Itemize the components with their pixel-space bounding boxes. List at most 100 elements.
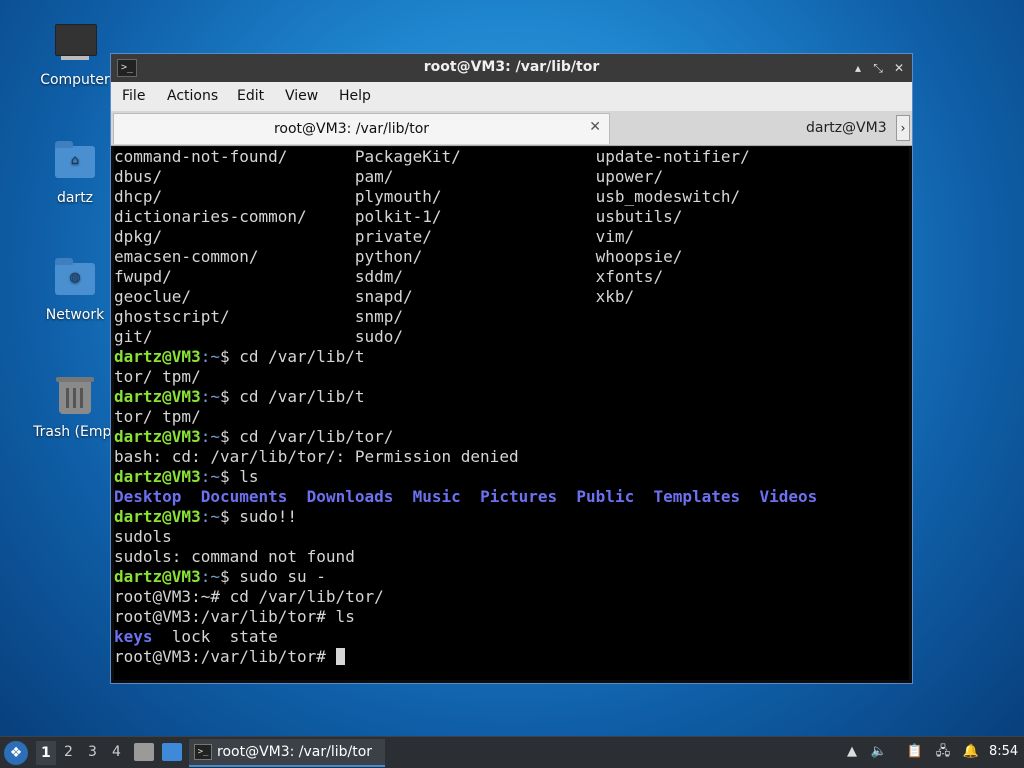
prompt-command: $ cd /var/lib/t (219, 387, 365, 406)
root-line: root@VM3:/var/lib/tor# ls (114, 607, 909, 627)
listing-text: dhcp/ plymouth/ usb_modeswitch/ (114, 187, 741, 206)
network-folder-icon: ◍ (53, 257, 97, 301)
prompt-user-host: dartz@VM3 (114, 467, 201, 486)
prompt-line: dartz@VM3:~$ cd /var/lib/t (114, 387, 909, 407)
close-button[interactable]: ✕ (890, 59, 908, 77)
dir-entry: Templates (653, 487, 741, 506)
file-manager-launcher-icon[interactable] (134, 743, 154, 761)
show-desktop-icon[interactable] (162, 743, 182, 761)
listing-row: dbus/ pam/ upower/ (114, 167, 909, 187)
task-title: root@VM3: /var/lib/tor (217, 744, 373, 760)
prompt-user-host: dartz@VM3 (114, 507, 201, 526)
menu-help[interactable]: Help (339, 88, 371, 104)
listing-text: fwupd/ sddm/ xfonts/ (114, 267, 664, 286)
listing-row: fwupd/ sddm/ xfonts/ (114, 267, 909, 287)
tab-root[interactable]: root@VM3: /var/lib/tor ✕ (113, 113, 610, 144)
minimize-button[interactable]: ▴ (849, 59, 867, 77)
listing-text: dbus/ pam/ upower/ (114, 167, 664, 186)
clipboard-icon[interactable]: 📋 (906, 743, 924, 761)
dir-entry: keys (114, 627, 153, 646)
dir-entry: Public (576, 487, 635, 506)
tab-scroll-right-icon[interactable]: › (896, 115, 910, 141)
taskbar-task-terminal[interactable]: >_ root@VM3: /var/lib/tor (189, 739, 385, 767)
menu-file[interactable]: File (122, 88, 145, 104)
listing-text: dpkg/ private/ vim/ (114, 227, 635, 246)
output-text: sudols (114, 527, 172, 546)
output-line: sudols (114, 527, 909, 547)
root-line: root@VM3:~# cd /var/lib/tor/ (114, 587, 909, 607)
workspace-1[interactable]: 1 (36, 741, 56, 765)
listing-row: git/ sudo/ (114, 327, 909, 347)
listing-text: geoclue/ snapd/ xkb/ (114, 287, 635, 306)
prompt-user-host: dartz@VM3 (114, 567, 201, 586)
root-prompt-line: root@VM3:/var/lib/tor# (114, 647, 909, 667)
menu-edit[interactable]: Edit (237, 88, 264, 104)
dir-entry: Downloads (306, 487, 394, 506)
prompt-command: $ sudo!! (219, 507, 298, 526)
prompt-user-host: dartz@VM3 (114, 427, 201, 446)
prompt-path: :~ (200, 347, 220, 366)
output-line: sudols: command not found (114, 547, 909, 567)
error-text: bash: cd: /var/lib/tor/: Permission deni… (114, 447, 519, 466)
maximize-button[interactable]: ⤡ (869, 59, 887, 77)
prompt-path: :~ (200, 507, 220, 526)
file-entries: lock state (152, 627, 278, 646)
dir-entry: Pictures (480, 487, 558, 506)
completion-text: tor/ tpm/ (114, 407, 201, 426)
notifications-icon[interactable]: 🔔 (962, 743, 980, 761)
tab-close-icon[interactable]: ✕ (589, 119, 601, 135)
workspace-4[interactable]: 4 (112, 744, 121, 760)
prompt-command: $ sudo su - (219, 567, 326, 586)
tab-dartz[interactable]: dartz@VM3 (611, 115, 901, 143)
workspace-3[interactable]: 3 (88, 744, 97, 760)
menu-actions[interactable]: Actions (167, 88, 218, 104)
trash-icon (53, 374, 97, 418)
listing-row: dictionaries-common/ polkit-1/ usbutils/ (114, 207, 909, 227)
prompt-user-host: dartz@VM3 (114, 347, 201, 366)
prompt-path: :~ (200, 387, 220, 406)
listing-row: ghostscript/ snmp/ (114, 307, 909, 327)
listing-text: dictionaries-common/ polkit-1/ usbutils/ (114, 207, 683, 226)
listing-text: command-not-found/ PackageKit/ update-no… (114, 147, 750, 166)
output-line: tor/ tpm/ (114, 407, 909, 427)
dir-entry: Videos (759, 487, 818, 506)
prompt-path: :~ (200, 427, 220, 446)
terminal-output[interactable]: command-not-found/ PackageKit/ update-no… (114, 147, 909, 680)
prompt-line: dartz@VM3:~$ cd /var/lib/tor/ (114, 427, 909, 447)
window-titlebar[interactable]: >_ root@VM3: /var/lib/tor ▴ ⤡ ✕ (111, 54, 912, 82)
tab-bar: root@VM3: /var/lib/tor ✕ dartz@VM3 › (111, 111, 912, 146)
computer-icon (53, 22, 97, 66)
listing-text: ghostscript/ snmp/ (114, 307, 596, 326)
output-text: root@VM3:/var/lib/tor# ls (114, 607, 355, 626)
clock: 8:54 (989, 744, 1019, 759)
home-listing: Desktop Documents Downloads Music Pictur… (114, 487, 909, 507)
network-tray-icon[interactable]: 🖧 (934, 743, 952, 761)
tab-label: root@VM3: /var/lib/tor (273, 121, 430, 137)
volume-icon[interactable]: 🔈 (870, 743, 888, 761)
workspace-2[interactable]: 2 (64, 744, 73, 760)
dir-entry: Music (412, 487, 461, 506)
terminal-cursor (335, 648, 345, 665)
menu-view[interactable]: View (285, 88, 318, 104)
listing-text: git/ sudo/ (114, 327, 596, 346)
tray-up-arrow-icon[interactable]: ▲ (843, 743, 861, 761)
listing-text: emacsen-common/ python/ whoopsie/ (114, 247, 683, 266)
output-text: root@VM3:~# cd /var/lib/tor/ (114, 587, 384, 606)
tor-listing: keys lock state (114, 627, 909, 647)
listing-row: command-not-found/ PackageKit/ update-no… (114, 147, 909, 167)
tab-label: dartz@VM3 (806, 120, 887, 136)
listing-row: dpkg/ private/ vim/ (114, 227, 909, 247)
listing-row: dhcp/ plymouth/ usb_modeswitch/ (114, 187, 909, 207)
prompt-command: $ cd /var/lib/t (219, 347, 365, 366)
start-menu-icon[interactable]: ❖ (4, 741, 28, 765)
prompt-line: dartz@VM3:~$ sudo su - (114, 567, 909, 587)
prompt-command: $ cd /var/lib/tor/ (219, 427, 394, 446)
prompt-line: dartz@VM3:~$ sudo!! (114, 507, 909, 527)
terminal-task-icon: >_ (194, 744, 212, 760)
prompt-line: dartz@VM3:~$ ls (114, 467, 909, 487)
